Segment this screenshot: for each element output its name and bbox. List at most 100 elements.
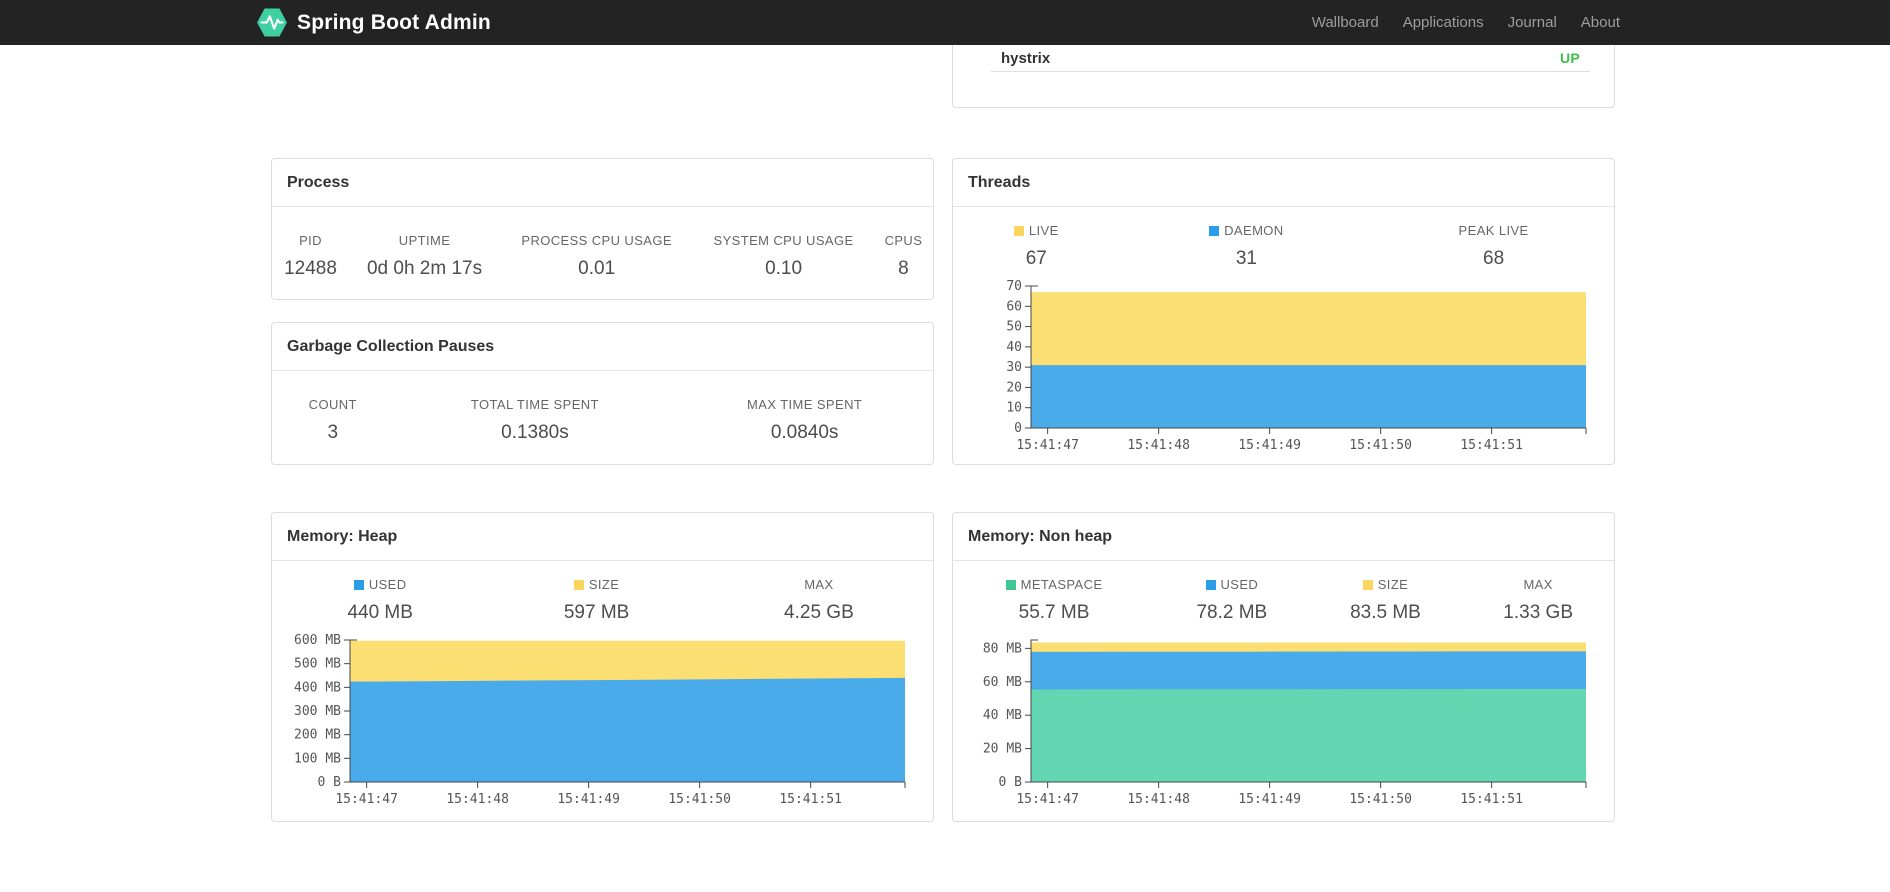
memory-nonheap-chart: 0 B 20 MB 40 MB 60 MB 80 MB 15:41:47 15:41:48 1… xyxy=(983,639,1587,807)
memory-nonheap-card: Memory: Non heap METASPACE 55.7 MB USED … xyxy=(952,512,1615,822)
stat-process-cpu-usage: PROCESS CPU USAGE 0.01 xyxy=(500,233,693,280)
stat-label: MAX xyxy=(1523,577,1553,592)
stat-label: USED xyxy=(278,577,482,592)
stat-value: 83.5 MB xyxy=(1350,602,1421,623)
stat-label: METASPACE xyxy=(959,577,1149,592)
x-axis-tick-label: 15:41:49 xyxy=(1238,438,1301,453)
threads-chart: 0 10 20 30 40 50 60 70 15:41:47 15:41:48 15:41:49 1… xyxy=(1006,280,1587,453)
stat-uptime: UPTIME 0d 0h 2m 17s xyxy=(349,233,500,280)
y-axis-tick-label: 0 xyxy=(1014,421,1022,436)
process-stats: PID 12488 UPTIME 0d 0h 2m 17s PROCESS CP… xyxy=(272,233,933,280)
main-content: hystrix UP Process PID 12488 UPTIME 0d 0… xyxy=(271,0,1616,892)
y-axis-tick-label: 30 xyxy=(1006,360,1022,375)
x-axis-tick-label: 15:41:51 xyxy=(1460,438,1523,453)
stat-label: DAEMON xyxy=(1126,223,1368,238)
x-axis-tick-label: 15:41:47 xyxy=(1016,792,1079,807)
stat-label: TOTAL TIME SPENT xyxy=(470,397,599,412)
process-card: Process PID 12488 UPTIME 0d 0h 2m 17s PR… xyxy=(271,158,934,300)
chart-area-used xyxy=(350,677,905,782)
stat-pid: PID 12488 xyxy=(272,233,349,280)
stat-value: 440 MB xyxy=(347,602,413,623)
x-axis-tick-label: 15:41:49 xyxy=(1238,792,1301,807)
legend-size: SIZE 83.5 MB xyxy=(1309,577,1463,624)
legend-size: SIZE 597 MB xyxy=(488,577,704,624)
stat-gc-total-time: TOTAL TIME SPENT 0.1380s xyxy=(394,397,677,444)
y-axis-tick-label: 600 MB xyxy=(294,634,341,648)
stat-value: 31 xyxy=(1235,248,1257,269)
legend-swatch-metaspace-icon xyxy=(1005,580,1016,590)
y-axis-tick-label: 50 xyxy=(1006,320,1022,335)
stat-value: 67 xyxy=(1025,248,1047,269)
x-axis-tick-label: 15:41:47 xyxy=(335,792,398,807)
nonheap-card-title: Memory: Non heap xyxy=(953,513,1614,561)
memory-heap-card: Memory: Heap USED 440 MB SIZE 597 MB MAX… xyxy=(271,512,934,822)
y-axis-tick-label: 200 MB xyxy=(294,728,341,743)
application-status-row[interactable]: hystrix UP xyxy=(991,45,1590,72)
legend-swatch-live-icon xyxy=(1013,226,1024,236)
stat-value: 78.2 MB xyxy=(1196,602,1268,623)
application-status-card: hystrix UP xyxy=(952,45,1615,108)
y-axis-tick-label: 60 MB xyxy=(983,675,1022,690)
chart-area-metaspace xyxy=(1031,688,1586,782)
stat-label: SIZE xyxy=(1315,577,1457,592)
y-axis-tick-label: 20 MB xyxy=(983,742,1022,757)
stat-value: 0.01 xyxy=(578,258,616,279)
legend-swatch-size-icon xyxy=(1362,580,1373,590)
x-axis-tick-label: 15:41:48 xyxy=(1127,438,1190,453)
x-axis-tick-label: 15:41:49 xyxy=(557,792,620,807)
stat-gc-max-time: MAX TIME SPENT 0.0840s xyxy=(676,397,933,444)
stat-system-cpu-usage: SYSTEM CPU USAGE 0.10 xyxy=(693,233,874,280)
threads-legend: LIVE 67 DAEMON 31 PEAK LIVE 68 xyxy=(953,223,1614,270)
y-axis-tick-label: 300 MB xyxy=(294,704,341,719)
stat-value: 1.33 GB xyxy=(1503,602,1573,623)
stat-label: MAX xyxy=(804,577,834,592)
stat-value: 0.0840s xyxy=(770,422,839,443)
x-axis-tick-label: 15:41:48 xyxy=(446,792,509,807)
gc-pauses-card: Garbage Collection Pauses COUNT 3 TOTAL … xyxy=(271,322,934,465)
stat-gc-count: COUNT 3 xyxy=(272,397,394,444)
y-axis-tick-label: 0 B xyxy=(318,775,342,790)
legend-max: MAX 4.25 GB xyxy=(705,577,933,624)
heap-legend: USED 440 MB SIZE 597 MB MAX 4.25 GB xyxy=(272,577,933,624)
gc-card-title: Garbage Collection Pauses xyxy=(272,323,933,371)
y-axis-tick-label: 500 MB xyxy=(294,657,341,672)
y-axis-tick-label: 80 MB xyxy=(983,641,1022,656)
y-axis-tick-label: 40 xyxy=(1006,340,1022,355)
y-axis-tick-label: 40 MB xyxy=(983,708,1022,723)
application-name: hystrix xyxy=(1001,49,1051,67)
y-axis-tick-label: 20 xyxy=(1006,380,1022,395)
x-axis-tick-label: 15:41:51 xyxy=(1460,792,1523,807)
stat-value: 0d 0h 2m 17s xyxy=(366,258,483,279)
legend-daemon: DAEMON 31 xyxy=(1120,223,1374,270)
legend-used: USED 440 MB xyxy=(272,577,488,624)
stat-label: PEAK LIVE xyxy=(1458,223,1529,238)
y-axis-tick-label: 70 xyxy=(1006,280,1022,294)
y-axis-tick-label: 60 xyxy=(1006,299,1022,314)
stat-value: 4.25 GB xyxy=(784,602,854,623)
stat-value: 68 xyxy=(1483,248,1505,269)
legend-swatch-used-icon xyxy=(1205,580,1216,590)
x-axis-tick-label: 15:41:50 xyxy=(1349,792,1412,807)
status-badge: UP xyxy=(1559,50,1580,66)
y-axis-tick-label: 0 B xyxy=(999,775,1023,790)
legend-swatch-used-icon xyxy=(353,580,364,590)
stat-label: LIVE xyxy=(959,223,1114,238)
stat-label: SIZE xyxy=(494,577,698,592)
stat-label: COUNT xyxy=(308,397,357,412)
stat-label: SYSTEM CPU USAGE xyxy=(713,233,854,248)
legend-swatch-daemon-icon xyxy=(1209,226,1220,236)
stat-value: 0.1380s xyxy=(501,422,569,443)
stat-value: 0.10 xyxy=(765,258,803,279)
x-axis-tick-label: 15:41:51 xyxy=(779,792,842,807)
heap-card-title: Memory: Heap xyxy=(272,513,933,561)
stat-label: PROCESS CPU USAGE xyxy=(521,233,672,248)
stat-label: CPUS xyxy=(884,233,923,248)
y-axis-tick-label: 100 MB xyxy=(294,751,341,766)
process-card-title: Process xyxy=(272,159,933,207)
nonheap-legend: METASPACE 55.7 MB USED 78.2 MB SIZE 83.5… xyxy=(953,577,1614,624)
legend-live: LIVE 67 xyxy=(953,223,1120,270)
memory-heap-chart: 0 B 100 MB 200 MB 300 MB 400 MB 500 MB 600 MB 1… xyxy=(294,634,906,807)
threads-card-title: Threads xyxy=(953,159,1614,207)
legend-metaspace: METASPACE 55.7 MB xyxy=(953,577,1155,624)
stat-value: 12488 xyxy=(284,258,337,279)
